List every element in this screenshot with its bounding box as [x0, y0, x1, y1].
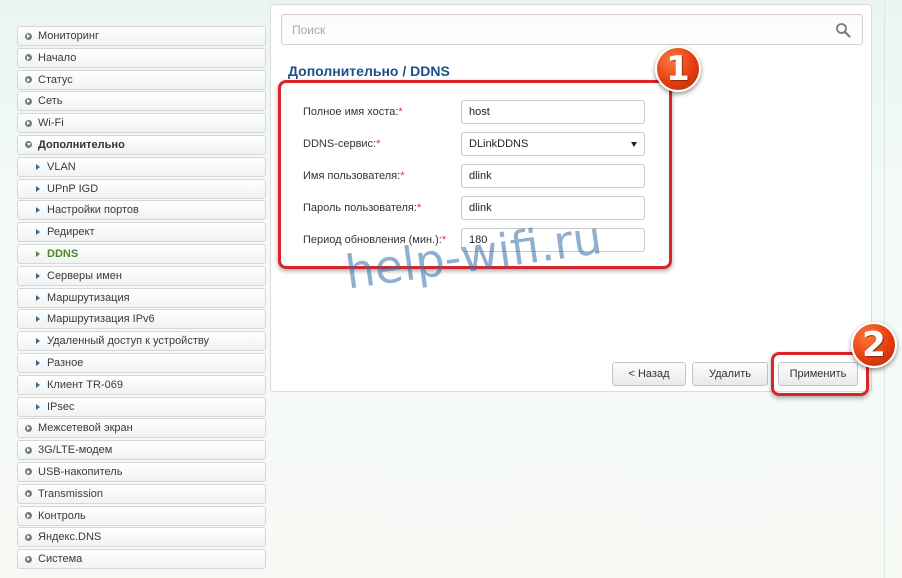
sidebar-item-яндекс-dns[interactable]: Яндекс.DNS [17, 527, 266, 548]
arrow-right-icon [25, 533, 32, 541]
sidebar-item-transmission[interactable]: Transmission [17, 483, 266, 504]
sidebar-item-мониторинг[interactable]: Мониторинг [17, 26, 266, 46]
sidebar-item-label: Система [38, 553, 83, 566]
sidebar-item-начало[interactable]: Начало [17, 47, 266, 68]
sidebar-item-label: Сеть [38, 95, 63, 108]
back-button[interactable]: < Назад [612, 362, 686, 386]
sidebar-item-label: Удаленный доступ к устройству [47, 335, 209, 348]
search-box[interactable] [281, 14, 863, 45]
sidebar-item-label: DDNS [47, 247, 79, 260]
sidebar-item-label: 3G/LTE-модем [38, 444, 113, 457]
triangle-icon [36, 185, 40, 192]
triangle-icon [36, 403, 40, 410]
triangle-icon [36, 338, 40, 345]
sidebar-item-3g-lte-модем[interactable]: 3G/LTE-модем [17, 440, 266, 461]
arrow-right-icon [25, 97, 32, 105]
sidebar-item-label: Transmission [38, 487, 103, 500]
sidebar-item-удаленный-доступ-к-устройству[interactable]: Удаленный доступ к устройству [17, 331, 266, 352]
sidebar-item-label: Статус [38, 73, 73, 86]
triangle-icon [36, 229, 40, 236]
sidebar-item-label: IPsec [47, 400, 75, 413]
arrow-right-icon [25, 490, 32, 498]
sidebar-item-label: Яндекс.DNS [38, 531, 102, 544]
arrow-right-icon [25, 32, 32, 40]
sidebar-item-label: UPnP IGD [47, 182, 99, 195]
sidebar-item-ipsec[interactable]: IPsec [17, 396, 266, 417]
triangle-icon [36, 381, 40, 388]
sidebar-item-маршрутизация-ipv6[interactable]: Маршрутизация IPv6 [17, 309, 266, 330]
sidebar-item-label: Дополнительно [38, 138, 125, 151]
arrow-down-icon [25, 141, 32, 149]
sidebar-item-label: Маршрутизация IPv6 [47, 313, 155, 326]
apply-highlight-box [771, 352, 869, 396]
sidebar-item-label: Wi-Fi [38, 117, 64, 130]
sidebar-item-сеть[interactable]: Сеть [17, 91, 266, 112]
arrow-right-icon [25, 54, 32, 62]
sidebar-item-label: Клиент TR-069 [47, 378, 123, 391]
delete-button[interactable]: Удалить [692, 362, 768, 386]
sidebar-item-label: Настройки портов [47, 204, 139, 217]
sidebar-item-контроль[interactable]: Контроль [17, 505, 266, 526]
sidebar-item-label: Разное [47, 356, 84, 369]
sidebar-item-label: Серверы имен [47, 269, 122, 282]
sidebar-item-usb-накопитель[interactable]: USB-накопитель [17, 461, 266, 482]
sidebar-item-серверы-имен[interactable]: Серверы имен [17, 265, 266, 286]
sidebar-item-разное[interactable]: Разное [17, 352, 266, 373]
sidebar-item-label: Мониторинг [38, 30, 100, 42]
arrow-right-icon [25, 119, 32, 127]
triangle-icon [36, 250, 40, 257]
right-divider [884, 0, 885, 578]
sidebar-item-межсетевой-экран[interactable]: Межсетевой экран [17, 418, 266, 439]
sidebar-item-vlan[interactable]: VLAN [17, 156, 266, 177]
triangle-icon [36, 163, 40, 170]
sidebar-item-upnp-igd[interactable]: UPnP IGD [17, 178, 266, 199]
triangle-icon [36, 272, 40, 279]
page-title: Дополнительно / DDNS [288, 63, 450, 79]
sidebar-item-label: USB-накопитель [38, 465, 123, 478]
arrow-right-icon [25, 555, 32, 563]
sidebar-item-система[interactable]: Система [17, 549, 266, 570]
triangle-icon [36, 359, 40, 366]
sidebar-item-label: Контроль [38, 509, 86, 522]
triangle-icon [36, 207, 40, 214]
sidebar-item-label: Начало [38, 51, 77, 64]
arrow-right-icon [25, 424, 32, 432]
sidebar-item-дополнительно[interactable]: Дополнительно [17, 134, 266, 155]
search-icon[interactable] [835, 22, 851, 38]
step-marker-2: 2 [851, 322, 897, 368]
sidebar-item-статус[interactable]: Статус [17, 69, 266, 90]
triangle-icon [36, 294, 40, 301]
sidebar-item-редирект[interactable]: Редирект [17, 222, 266, 243]
arrow-right-icon [25, 76, 32, 84]
arrow-right-icon [25, 512, 32, 520]
sidebar-item-label: Межсетевой экран [38, 422, 133, 435]
sidebar-item-wi-fi[interactable]: Wi-Fi [17, 113, 266, 134]
arrow-right-icon [25, 468, 32, 476]
sidebar-item-настройки-портов[interactable]: Настройки портов [17, 200, 266, 221]
sidebar-item-label: Маршрутизация [47, 291, 130, 304]
search-input[interactable] [292, 22, 812, 37]
step-marker-1: 1 [655, 46, 701, 92]
arrow-right-icon [25, 446, 32, 454]
sidebar-item-клиент-tr-069[interactable]: Клиент TR-069 [17, 374, 266, 395]
sidebar-item-label: Редирект [47, 226, 95, 239]
sidebar-item-маршрутизация[interactable]: Маршрутизация [17, 287, 266, 308]
triangle-icon [36, 316, 40, 323]
sidebar-menu: Мониторинг Начало Статус Сеть Wi-Fi Дополните… [17, 26, 266, 571]
sidebar-item-label: VLAN [47, 160, 76, 173]
sidebar-item-ddns[interactable]: DDNS [17, 243, 266, 264]
